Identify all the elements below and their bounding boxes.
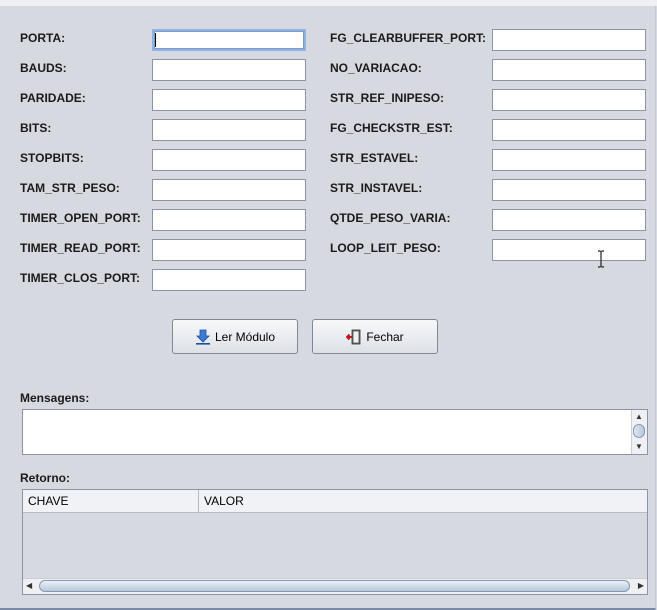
timer-open-port-input[interactable] bbox=[152, 209, 306, 231]
column-header-chave[interactable]: CHAVE bbox=[23, 490, 199, 512]
label-fg-checkstr-est: FG_CHECKSTR_EST: bbox=[330, 121, 453, 135]
mensagens-textarea[interactable]: ▲ ▼ bbox=[22, 409, 648, 455]
label-bits: BITS: bbox=[20, 121, 52, 135]
retorno-horizontal-scrollbar[interactable]: ◀ ▶ bbox=[23, 578, 647, 594]
label-loop-leit-peso: LOOP_LEIT_PESO: bbox=[330, 241, 441, 255]
label-str-ref-inipeso: STR_REF_INIPESO: bbox=[330, 91, 445, 105]
label-timer-clos-port: TIMER_CLOS_PORT: bbox=[20, 271, 141, 285]
no-variacao-input[interactable] bbox=[492, 59, 646, 81]
fg-clearbuffer-port-input[interactable] bbox=[492, 29, 646, 51]
mensagens-label: Mensagens: bbox=[20, 391, 90, 405]
scroll-down-icon[interactable]: ▼ bbox=[635, 442, 643, 452]
str-instavel-input[interactable] bbox=[492, 179, 646, 201]
exit-door-icon bbox=[346, 329, 361, 344]
retorno-label: Retorno: bbox=[20, 471, 70, 485]
qtde-peso-varia-input[interactable] bbox=[492, 209, 646, 231]
paridade-input[interactable] bbox=[152, 89, 306, 111]
scroll-left-icon[interactable]: ◀ bbox=[26, 581, 32, 590]
timer-read-port-input[interactable] bbox=[152, 239, 306, 261]
label-timer-read-port: TIMER_READ_PORT: bbox=[20, 241, 141, 255]
retorno-table[interactable]: CHAVE VALOR ◀ ▶ bbox=[22, 489, 648, 595]
scroll-right-icon[interactable]: ▶ bbox=[638, 581, 644, 590]
str-estavel-input[interactable] bbox=[492, 149, 646, 171]
label-porta: PORTA: bbox=[20, 31, 66, 45]
label-bauds: BAUDS: bbox=[20, 61, 67, 75]
scroll-thumb[interactable] bbox=[633, 424, 645, 438]
ler-modulo-label: Ler Módulo bbox=[214, 329, 276, 344]
label-no-variacao: NO_VARIACAO: bbox=[330, 61, 422, 75]
tam-str-peso-input[interactable] bbox=[152, 179, 306, 201]
label-fg-clearbuffer-port: FG_CLEARBUFFER_PORT: bbox=[330, 31, 487, 45]
label-tam-str-peso: TAM_STR_PESO: bbox=[20, 181, 120, 195]
ibeam-cursor-icon bbox=[598, 250, 604, 268]
fechar-button[interactable]: Fechar bbox=[312, 319, 438, 354]
bauds-input[interactable] bbox=[152, 59, 306, 81]
loop-leit-peso-input[interactable] bbox=[492, 239, 646, 261]
str-ref-inipeso-input[interactable] bbox=[492, 89, 646, 111]
label-str-instavel: STR_INSTAVEL: bbox=[330, 181, 423, 195]
timer-clos-port-input[interactable] bbox=[152, 269, 306, 291]
bits-input[interactable] bbox=[152, 119, 306, 141]
label-timer-open-port: TIMER_OPEN_PORT: bbox=[20, 211, 141, 225]
top-strip bbox=[0, 0, 657, 6]
mensagens-vertical-scrollbar[interactable]: ▲ ▼ bbox=[631, 410, 647, 454]
table-header: CHAVE VALOR bbox=[23, 490, 647, 513]
window-panel: PORTA: BAUDS: PARIDADE: BITS: STOPBITS: … bbox=[0, 0, 657, 610]
fg-checkstr-est-input[interactable] bbox=[492, 119, 646, 141]
text-caret bbox=[155, 33, 156, 47]
stopbits-input[interactable] bbox=[152, 149, 306, 171]
label-qtde-peso-varia: QTDE_PESO_VARIA: bbox=[330, 211, 451, 225]
column-header-valor[interactable]: VALOR bbox=[199, 490, 647, 512]
porta-input[interactable] bbox=[152, 29, 306, 51]
ler-modulo-button[interactable]: Ler Módulo bbox=[172, 319, 298, 354]
label-stopbits: STOPBITS: bbox=[20, 151, 84, 165]
horizontal-scroll-thumb[interactable] bbox=[39, 580, 630, 592]
label-paridade: PARIDADE: bbox=[20, 91, 86, 105]
label-str-estavel: STR_ESTAVEL: bbox=[330, 151, 419, 165]
download-arrow-icon bbox=[195, 329, 210, 345]
scroll-up-icon[interactable]: ▲ bbox=[635, 412, 643, 422]
fechar-label: Fechar bbox=[366, 329, 404, 344]
